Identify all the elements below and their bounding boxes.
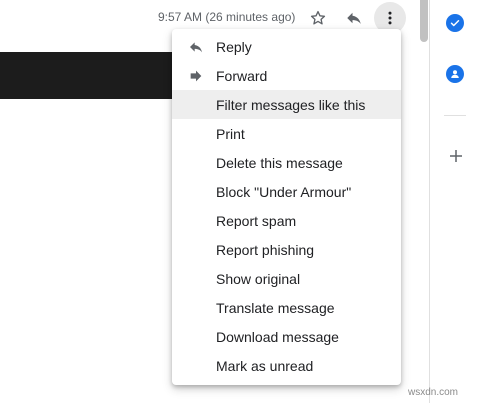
contacts-icon[interactable] xyxy=(446,65,464,83)
menu-item-label: Reply xyxy=(216,38,252,55)
side-panel-divider xyxy=(429,0,430,403)
tasks-icon[interactable] xyxy=(446,14,464,32)
reply-icon xyxy=(347,12,361,24)
menu-item-mark-unread[interactable]: Mark as unread xyxy=(172,351,401,380)
reply-icon xyxy=(190,42,202,53)
menu-item-report-spam[interactable]: Report spam xyxy=(172,206,401,235)
menu-item-delete[interactable]: Delete this message xyxy=(172,148,401,177)
menu-item-label: Forward xyxy=(216,67,268,84)
dark-content-strip xyxy=(0,52,172,99)
add-icon[interactable] xyxy=(447,147,465,165)
menu-item-label: Block "Under Armour" xyxy=(216,183,352,200)
message-timestamp: 9:57 AM (26 minutes ago) xyxy=(158,10,296,24)
menu-item-download[interactable]: Download message xyxy=(172,322,401,351)
menu-item-label: Print xyxy=(216,125,245,142)
menu-item-show-original[interactable]: Show original xyxy=(172,264,401,293)
menu-item-block-sender[interactable]: Block "Under Armour" xyxy=(172,177,401,206)
menu-item-print[interactable]: Print xyxy=(172,119,401,148)
star-icon xyxy=(310,10,326,25)
menu-item-label: Mark as unread xyxy=(216,357,314,374)
menu-item-reply[interactable]: Reply xyxy=(172,32,401,61)
menu-item-filter-messages[interactable]: Filter messages like this xyxy=(172,90,401,119)
menu-item-label: Report phishing xyxy=(216,241,315,258)
menu-item-label: Delete this message xyxy=(216,154,343,171)
menu-item-label: Translate message xyxy=(216,299,335,316)
forward-icon xyxy=(190,70,202,82)
message-options-menu: Reply Forward Filter messages like this … xyxy=(172,29,401,385)
menu-item-translate[interactable]: Translate message xyxy=(172,293,401,322)
menu-item-label: Show original xyxy=(216,270,301,287)
menu-item-report-phishing[interactable]: Report phishing xyxy=(172,235,401,264)
menu-item-label: Filter messages like this xyxy=(216,96,366,113)
more-vert-icon xyxy=(388,11,392,25)
menu-item-label: Download message xyxy=(216,328,339,345)
menu-item-label: Report spam xyxy=(216,212,297,229)
scrollbar-thumb[interactable] xyxy=(420,0,428,42)
watermark: wsxdn.com xyxy=(408,387,459,398)
menu-item-forward[interactable]: Forward xyxy=(172,61,401,90)
side-panel-separator xyxy=(444,115,466,116)
